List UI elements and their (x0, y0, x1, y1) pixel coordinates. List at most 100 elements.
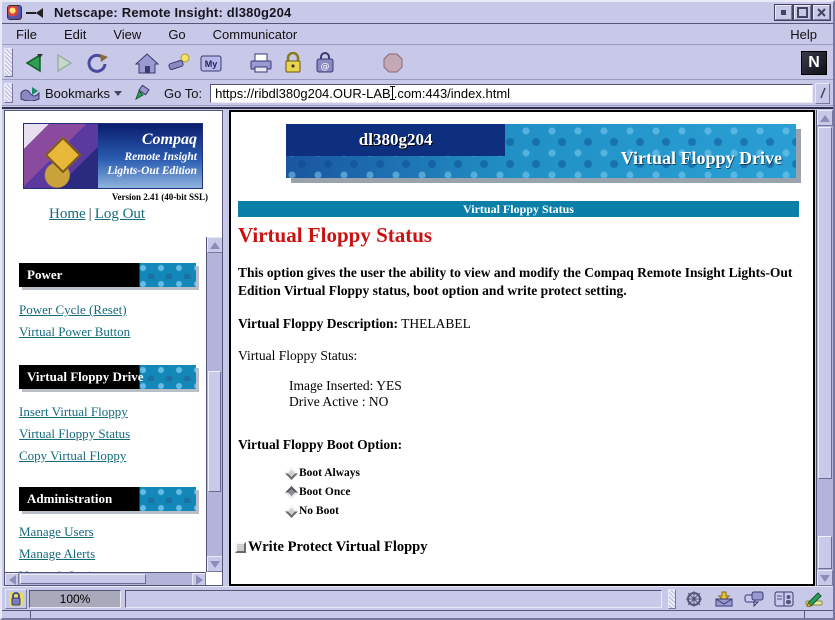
security-lock-icon[interactable] (5, 589, 27, 609)
toolbar-grip[interactable] (4, 48, 13, 77)
netscape-logo[interactable]: N (801, 51, 827, 75)
page-title: Virtual Floppy Status (238, 223, 813, 248)
scroll-right-button[interactable] (192, 573, 206, 586)
menu-view[interactable]: View (113, 27, 141, 42)
write-protect-option[interactable]: Write Protect Virtual Floppy (235, 539, 813, 556)
compaq-logo-art (24, 124, 98, 188)
scrollbar-thumb[interactable] (208, 371, 221, 492)
my-label: My (205, 59, 218, 69)
sidebar-item-virtual-power-button[interactable]: Virtual Power Button (19, 325, 206, 339)
navigator-icon[interactable] (680, 589, 707, 609)
location-proxy-icon[interactable] (132, 80, 152, 106)
forward-icon[interactable] (51, 50, 79, 76)
search-icon[interactable] (165, 50, 193, 76)
menu-help[interactable]: Help (790, 27, 817, 42)
boot-option-group: Boot Always Boot Once No Boot (287, 467, 813, 517)
location-bar: Bookmarks Go To: https://ribdl380g204.OU… (2, 81, 833, 106)
server-name: dl380g204 (359, 130, 433, 150)
sidebar-item-virtual-floppy-status[interactable]: Virtual Floppy Status (19, 427, 206, 441)
scroll-down-button[interactable] (817, 570, 833, 586)
window-pin-icon[interactable] (26, 8, 44, 18)
sidebar-item-manage-users[interactable]: Manage Users (19, 525, 206, 539)
navigation-toolbar: My @ N (2, 46, 833, 80)
h-scrollbar-thumb[interactable] (20, 574, 146, 584)
sidebar-item-insert-virtual-floppy[interactable]: Insert Virtual Floppy (19, 405, 206, 419)
section-header-texture (139, 487, 196, 511)
sidebar-item-power-cycle[interactable]: Power Cycle (Reset) (19, 303, 206, 317)
scrollbar-thumb[interactable] (818, 127, 832, 479)
menu-file[interactable]: File (16, 27, 37, 42)
server-name-box: dl380g204 (286, 124, 505, 156)
image-inserted-value: Image Inserted: YES (289, 378, 813, 394)
status-message-area (125, 590, 662, 608)
brand-name: Compaq (107, 130, 197, 150)
boot-option-label: Virtual Floppy Boot Option: (238, 437, 813, 453)
text-caret (392, 86, 393, 100)
section-header-texture (139, 365, 196, 389)
subtitle-bar: Virtual Floppy Status (238, 201, 799, 217)
session-links: Home|Log Out (49, 206, 222, 223)
composer-icon[interactable] (800, 589, 827, 609)
minimize-button[interactable] (775, 5, 792, 20)
inbox-icon[interactable] (710, 589, 737, 609)
stop-icon[interactable] (379, 50, 407, 76)
url-dropdown-button[interactable] (815, 83, 830, 104)
page-banner: dl380g204 Virtual Floppy Drive (286, 124, 796, 178)
reload-icon[interactable] (83, 50, 111, 76)
section-header-power: Power (19, 263, 196, 287)
sidebar-h-scrollbar[interactable] (5, 572, 206, 585)
banner-page-title: Virtual Floppy Drive (621, 148, 782, 169)
netscape-window: Netscape: Remote Insight: dl380g204 File… (0, 0, 835, 620)
menu-edit[interactable]: Edit (64, 27, 86, 42)
floppy-description-row: Virtual Floppy Description: THELABEL (238, 316, 813, 332)
shop-icon[interactable]: @ (311, 50, 339, 76)
goto-label: Go To: (164, 86, 202, 101)
scroll-left-button[interactable] (5, 573, 19, 586)
location-grip[interactable] (4, 83, 13, 103)
address-book-icon[interactable] (770, 589, 797, 609)
window-title: Netscape: Remote Insight: dl380g204 (48, 5, 773, 20)
window-resize-edge[interactable] (2, 610, 833, 618)
status-bar: 100% (2, 586, 833, 610)
floppy-status-values: Image Inserted: YES Drive Active : NO (289, 378, 813, 409)
discussions-icon[interactable] (740, 589, 767, 609)
menu-go[interactable]: Go (168, 27, 185, 42)
scroll-up-button[interactable] (817, 110, 833, 126)
menu-communicator[interactable]: Communicator (213, 27, 298, 42)
scroll-up-button[interactable] (207, 237, 223, 253)
sidebar-item-manage-alerts[interactable]: Manage Alerts (19, 547, 206, 561)
scroll-down-button[interactable] (207, 556, 223, 572)
component-bar-grip[interactable] (668, 589, 676, 609)
scrollbar-thumb-lower[interactable] (818, 536, 832, 569)
main-scrollbar[interactable] (816, 110, 833, 586)
title-bar[interactable]: Netscape: Remote Insight: dl380g204 (2, 2, 833, 24)
browser-content: Compaq Remote Insight Lights-Out Edition… (2, 107, 833, 586)
section-header-texture (139, 263, 196, 287)
boot-always-option[interactable]: Boot Always (287, 467, 813, 479)
radio-icon (285, 505, 298, 518)
main-frame: dl380g204 Virtual Floppy Drive Virtual F… (229, 110, 815, 586)
nav-frame: Power Power Cycle (Reset) Virtual Power … (5, 237, 222, 585)
close-button[interactable] (813, 5, 830, 20)
bookmarks-dropdown-icon[interactable] (114, 91, 122, 96)
back-icon[interactable] (19, 50, 47, 76)
logout-link[interactable]: Log Out (95, 206, 145, 222)
logo-frame: Compaq Remote Insight Lights-Out Edition… (5, 123, 222, 245)
maximize-button[interactable] (794, 5, 811, 20)
bookmarks-icon[interactable] (19, 80, 41, 106)
intro-paragraph: This option gives the user the ability t… (238, 264, 810, 300)
print-icon[interactable] (247, 50, 275, 76)
url-input[interactable]: https://ribdl380g204.OUR-LAB.com:443/ind… (210, 84, 813, 103)
sidebar-item-copy-virtual-floppy[interactable]: Copy Virtual Floppy (19, 449, 206, 463)
home-link[interactable]: Home (49, 206, 86, 222)
bookmarks-label[interactable]: Bookmarks (45, 86, 110, 101)
boot-once-option[interactable]: Boot Once (287, 486, 813, 498)
version-text: Version 2.41 (40-bit SSL) (5, 192, 208, 202)
product-line1: Remote Insight (107, 150, 197, 164)
my-netscape-icon[interactable]: My (197, 50, 225, 76)
radio-icon (285, 486, 298, 499)
home-icon[interactable] (133, 50, 161, 76)
sidebar-scrollbar[interactable] (206, 237, 222, 572)
security-icon[interactable] (279, 50, 307, 76)
no-boot-option[interactable]: No Boot (287, 505, 813, 517)
